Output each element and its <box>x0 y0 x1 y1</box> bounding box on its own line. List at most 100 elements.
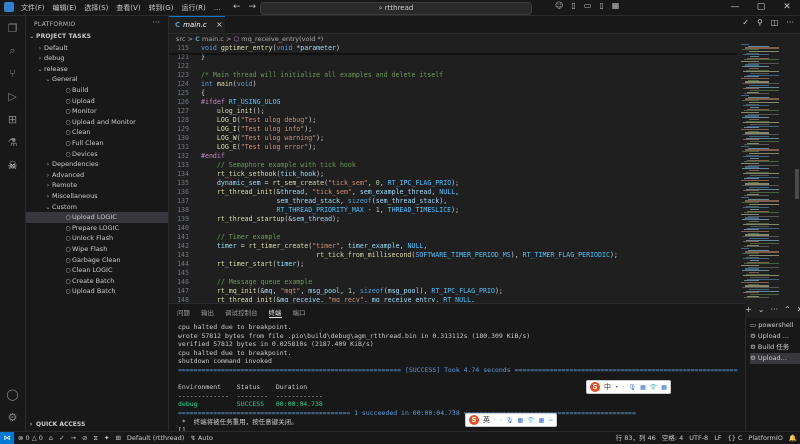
code-line[interactable]: 145 <box>169 269 737 278</box>
breadcrumb-folder[interactable]: src <box>176 35 186 43</box>
code-line[interactable]: 144 rt_timer_start(timer); <box>169 260 737 269</box>
punctuation-icon[interactable]: · <box>494 417 496 424</box>
platformio-icon[interactable]: ☠ <box>6 159 19 172</box>
toolbox-icon[interactable]: ▦ <box>661 384 667 391</box>
microphone-icon[interactable]: 🎙 <box>506 417 514 424</box>
code-line[interactable]: 127 ulog_init(); <box>169 107 737 116</box>
terminal-list-item[interactable]: ⚙ Upload... <box>750 353 800 364</box>
breadcrumb-symbol[interactable]: mq_receive_entry(void *) <box>241 35 323 43</box>
tab-ports[interactable]: 端口 <box>293 307 306 318</box>
terminal-icon[interactable]: ⊞ <box>115 432 120 444</box>
forward-arrow-icon[interactable]: → <box>249 2 257 12</box>
code-line[interactable]: 140 <box>169 224 737 233</box>
new-terminal-icon[interactable]: + <box>745 305 752 314</box>
clean-icon[interactable]: ⊘ <box>82 432 87 444</box>
terminal-output[interactable]: cpu halted due to breakpoint. wrote 57812… <box>178 318 738 434</box>
keyboard-icon[interactable]: ▦ <box>517 417 523 424</box>
toggle-panel-icon[interactable]: ▭ <box>584 1 592 10</box>
code-line[interactable]: 129 LOG_I("Test ulog info"); <box>169 125 737 134</box>
run-debug-icon[interactable]: ▷ <box>6 90 19 103</box>
menu-file[interactable]: 文件(F) <box>20 3 46 13</box>
tab-close-icon[interactable]: × <box>216 17 223 33</box>
code-line[interactable]: 126 #ifdef RT_USING_ULOG <box>169 98 737 107</box>
code-line[interactable]: 130 LOG_W("Test ulog warning"); <box>169 134 737 143</box>
menu-more[interactable]: ... <box>213 4 222 12</box>
menu-selection[interactable]: 选择(S) <box>83 3 109 13</box>
line-ending[interactable]: LF <box>714 432 721 444</box>
quick-access-section[interactable]: › QUICK ACCESS <box>26 420 168 430</box>
test-icon[interactable]: ⧖ <box>93 432 98 444</box>
code-line[interactable]: 139 rt_thread_startup(&sem_thread); <box>169 215 737 224</box>
remote-indicator-icon[interactable]: ⋈ <box>0 432 14 444</box>
tab-debug-console[interactable]: 调试控制台 <box>225 307 258 318</box>
tree-item[interactable]: ○Upload and Monitor <box>26 117 168 128</box>
tree-item[interactable]: ○Create Batch <box>26 276 168 287</box>
tree-item[interactable]: ⌄PROJECT TASKS <box>26 32 168 43</box>
search-icon[interactable]: ⌕ <box>6 44 19 57</box>
account-icon[interactable]: ◯ <box>6 388 19 401</box>
tree-item[interactable]: ○Prepare LOGIC <box>26 223 168 234</box>
keyboard-icon[interactable]: ▦ <box>640 384 646 391</box>
platformio-status[interactable]: PlatformIO <box>748 432 782 444</box>
language-mode[interactable]: {} C <box>728 432 743 444</box>
tree-item[interactable]: ○Wipe Flash <box>26 244 168 255</box>
tree-item[interactable]: ○Upload Batch <box>26 286 168 297</box>
tree-item[interactable]: ○Clean <box>26 127 168 138</box>
terminal-list-item[interactable]: ⚙ Build 任务 <box>750 342 800 353</box>
split-editor-icon[interactable]: ◫ <box>771 18 779 27</box>
code-line[interactable]: 138 RT_THREAD_PRIORITY_MAX - 1, THREAD_T… <box>169 206 737 215</box>
terminal-list-item[interactable]: ▭ powershell <box>750 320 800 331</box>
code-line[interactable]: 135 dynamic_sem = rt_sem_create("tick_se… <box>169 179 737 188</box>
tree-item[interactable]: ○Clean LOGIC <box>26 265 168 276</box>
code-editor[interactable]: 115 void gptimer_entry(void *parameter) 12… <box>169 44 737 302</box>
encoding[interactable]: UTF-8 <box>689 432 708 444</box>
menu-go[interactable]: 转到(G) <box>148 3 175 13</box>
code-line[interactable]: 132 #endif <box>169 152 737 161</box>
tree-item[interactable]: ○Upload <box>26 96 168 107</box>
code-line[interactable]: 142 timer = rt_timer_create("timer", tim… <box>169 242 737 251</box>
code-line[interactable]: 146 // Message queue example <box>169 278 737 287</box>
home-icon[interactable]: ⌂ <box>49 432 53 444</box>
code-line[interactable]: 147 rt_mq_init(&mq, "mqt", msg_pool, 1, … <box>169 287 737 296</box>
tree-item[interactable]: › Default <box>26 43 168 54</box>
skin-icon[interactable]: 👕 <box>527 417 534 424</box>
emoji-icon[interactable]: · <box>500 417 502 424</box>
tree-item[interactable]: ○Build <box>26 85 168 96</box>
ime-toolbar-english[interactable]: S 英 · · 🎙 ▦ 👕 ▦ ~ <box>465 413 558 427</box>
tree-item[interactable]: ○Garbage Clean <box>26 255 168 266</box>
minimize-icon[interactable]: — <box>722 0 748 15</box>
tilde-icon[interactable]: ~ <box>548 417 553 424</box>
tree-item[interactable]: ○Upload LOGIC <box>26 212 168 223</box>
pin-icon[interactable]: ⚲ <box>757 18 763 27</box>
customize-layout-icon[interactable]: ▦ <box>612 1 620 10</box>
scrollbar-thumb[interactable] <box>795 169 799 199</box>
extensions-icon[interactable]: ⊞ <box>6 113 19 126</box>
code-line[interactable]: 133 // Semaphore example with tick hook <box>169 161 737 170</box>
code-line[interactable]: 143 rt_tick_from_millisecond(SOFTWARE_TI… <box>169 251 737 260</box>
tree-item[interactable]: ○Full Clean <box>26 138 168 149</box>
code-line[interactable]: 148 rt_thread_init(&mq_receive, "mq_recv… <box>169 296 737 302</box>
tree-item[interactable]: ○Devices <box>26 149 168 160</box>
check-icon[interactable]: ✓ <box>742 18 749 27</box>
tree-item[interactable]: ○Monitor <box>26 106 168 117</box>
copilot-icon[interactable]: ☺ <box>555 1 563 10</box>
ime-mode-label[interactable]: 英 <box>483 415 490 425</box>
chevron-down-icon[interactable]: ⌄ <box>758 305 765 314</box>
emoji-icon[interactable]: · <box>623 384 625 391</box>
back-arrow-icon[interactable]: ← <box>233 2 241 12</box>
tree-item[interactable]: › Dependencies <box>26 159 168 170</box>
indentation[interactable]: 空格: 4 <box>662 432 683 444</box>
command-center[interactable]: ⌕ rtthread <box>260 2 532 15</box>
menu-run[interactable]: 运行(R) <box>180 3 206 13</box>
tab-output[interactable]: 输出 <box>201 307 214 318</box>
upload-icon[interactable]: → <box>71 432 76 444</box>
code-line[interactable]: 141 // Timer example <box>169 233 737 242</box>
code-line[interactable]: 122 <box>169 62 737 71</box>
code-line[interactable]: 125 { <box>169 89 737 98</box>
code-line[interactable]: 136 rt_thread_init(&thread, "tick_sem", … <box>169 188 737 197</box>
punctuation-icon[interactable]: • <box>615 384 619 391</box>
code-line[interactable]: 123 /* Main thread will initialize all ex… <box>169 71 737 80</box>
tree-item[interactable]: ⌄General <box>26 74 168 85</box>
source-control-icon[interactable]: ⑂ <box>6 67 19 80</box>
code-line[interactable]: 137 sem_thread_stack, sizeof(sem_thread_… <box>169 197 737 206</box>
